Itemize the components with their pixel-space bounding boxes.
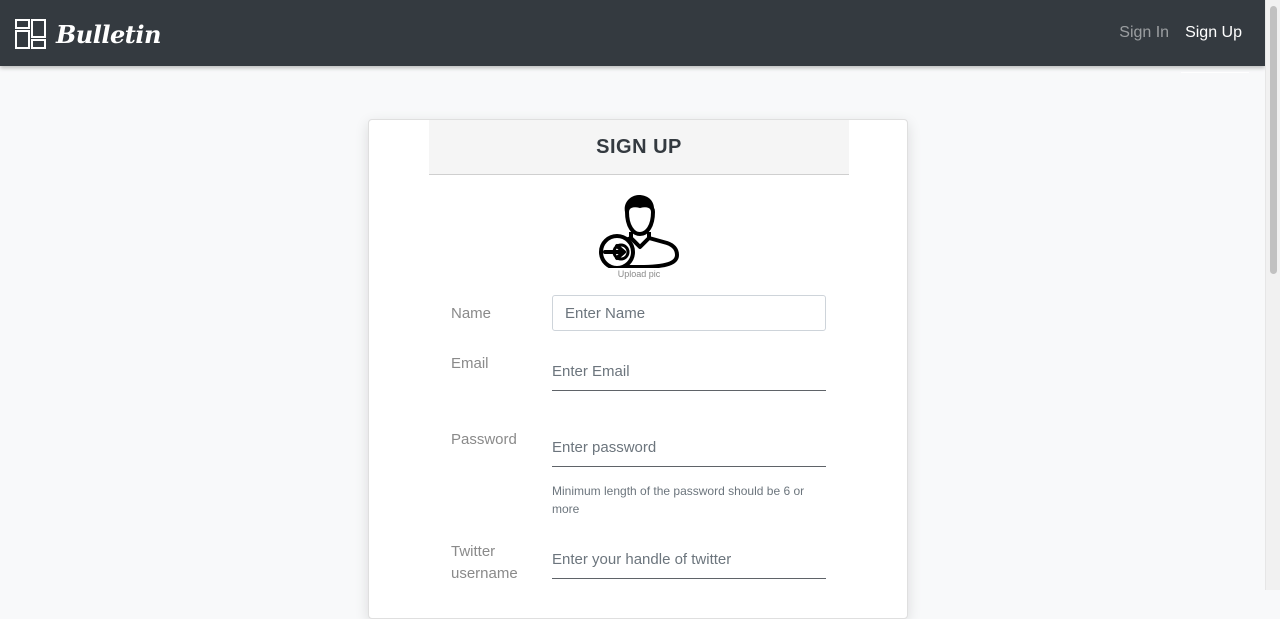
password-input[interactable] — [552, 429, 826, 467]
nav-sign-in-link[interactable]: Sign In — [1119, 24, 1169, 42]
top-navbar: Bulletin Sign In Sign Up — [0, 0, 1265, 66]
name-label: Name — [451, 305, 492, 322]
email-input[interactable] — [552, 353, 826, 391]
signup-card-header: SIGN UP — [429, 120, 849, 175]
name-input[interactable] — [552, 295, 826, 331]
password-hint: Minimum length of the password should be… — [552, 484, 805, 516]
signup-title: SIGN UP — [596, 135, 682, 158]
twitter-input[interactable] — [552, 541, 826, 579]
upload-pic-button[interactable]: Upload pic — [594, 192, 684, 282]
dashboard-grid-icon — [15, 19, 46, 49]
user-upload-icon — [599, 195, 679, 268]
upload-pic-caption: Upload pic — [617, 269, 661, 279]
page-scrollbar[interactable] — [1265, 0, 1280, 590]
signup-card: SIGN UP Upload pic Name Email Password — [368, 119, 908, 619]
nav-sign-up-link[interactable]: Sign Up — [1185, 24, 1242, 42]
twitter-label: Twitter username — [451, 543, 518, 582]
email-label: Email — [451, 355, 489, 372]
nav-links: Sign In Sign Up — [1119, 24, 1242, 42]
active-link-underline — [1181, 72, 1249, 73]
password-label: Password — [451, 431, 517, 448]
brand-name: Bulletin — [56, 19, 161, 49]
brand-link[interactable]: Bulletin — [15, 19, 161, 49]
scrollbar-thumb[interactable] — [1270, 6, 1277, 274]
